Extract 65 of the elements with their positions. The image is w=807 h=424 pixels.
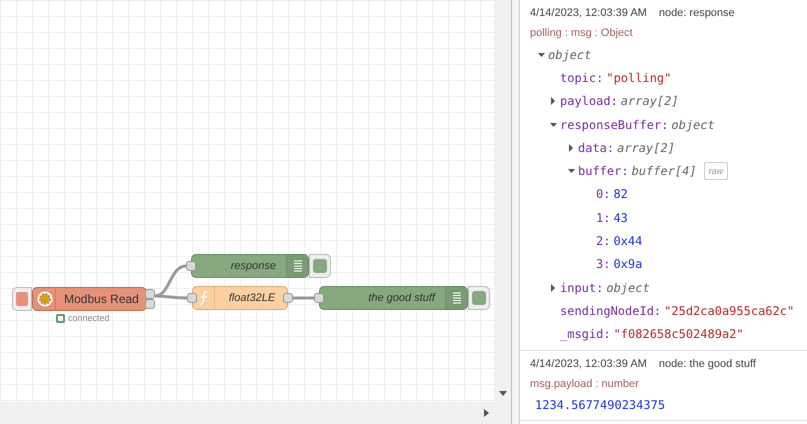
property-key: sendingNodeId: bbox=[560, 302, 662, 320]
property-key: responseBuffer: bbox=[560, 116, 668, 134]
flow-node[interactable]: Modbus Read bbox=[32, 287, 147, 311]
property-value: 0x44 bbox=[613, 233, 642, 250]
property-key: 1: bbox=[596, 208, 610, 227]
node-label: response bbox=[230, 258, 277, 274]
object-type: object bbox=[548, 46, 592, 64]
toggle-button[interactable] bbox=[309, 254, 331, 278]
property-value: 0x9a bbox=[613, 256, 642, 274]
expanded-icon[interactable] bbox=[538, 50, 545, 59]
property-key: payload: bbox=[560, 92, 618, 110]
node-port[interactable] bbox=[186, 261, 196, 271]
node-port[interactable] bbox=[314, 293, 324, 303]
property-key: topic: bbox=[560, 68, 604, 87]
message-topic: msg.payload : number bbox=[530, 376, 640, 390]
property-key: input: bbox=[560, 278, 604, 297]
property-value: "f082658c502489a2" bbox=[614, 326, 744, 344]
list-icon bbox=[452, 292, 460, 304]
message-timestamp: 4/14/2023, 12:03:39 AM bbox=[530, 356, 647, 372]
collapsed-icon[interactable] bbox=[568, 144, 575, 152]
vertical-scrollbar[interactable] bbox=[494, 0, 511, 402]
message-node[interactable]: node: response bbox=[658, 4, 735, 22]
node-label: float32LE bbox=[228, 290, 276, 306]
message-node[interactable]: node: the good stuff bbox=[658, 356, 756, 372]
function-icon bbox=[198, 290, 208, 306]
property-value: object bbox=[671, 116, 715, 134]
property-value: 82 bbox=[613, 186, 628, 204]
property-value: 43 bbox=[613, 210, 628, 227]
property-value: array[2] bbox=[617, 140, 675, 157]
expanded-icon[interactable] bbox=[550, 120, 557, 129]
property-key: _msgid: bbox=[560, 325, 611, 344]
collapsed-icon[interactable] bbox=[550, 284, 557, 292]
collapsed-icon[interactable] bbox=[550, 97, 557, 106]
property-key: data: bbox=[578, 138, 614, 157]
property-value: object bbox=[606, 280, 650, 297]
property-key: 3: bbox=[596, 255, 610, 274]
list-icon bbox=[294, 260, 302, 272]
toggle-button[interactable] bbox=[468, 286, 490, 310]
node-label: Modbus Read bbox=[63, 291, 140, 308]
message-value: 1234.5677490234375 bbox=[534, 396, 666, 414]
scroll-right-icon[interactable] bbox=[484, 409, 489, 417]
flow-node[interactable]: the good stuff bbox=[319, 286, 468, 310]
status-text: connected bbox=[68, 312, 110, 325]
horizontal-scrollbar[interactable] bbox=[0, 402, 511, 424]
node-label: the good stuff bbox=[367, 290, 437, 306]
node-port[interactable] bbox=[283, 293, 293, 303]
property-value: "polling" bbox=[606, 70, 672, 87]
flow-node[interactable]: response bbox=[191, 254, 309, 278]
node-port[interactable] bbox=[187, 293, 197, 303]
message-topic: polling : msg : Object bbox=[530, 26, 634, 39]
scroll-down-icon[interactable] bbox=[498, 391, 507, 396]
property-value: buffer[4] bbox=[632, 163, 697, 180]
wire[interactable] bbox=[154, 264, 186, 298]
gear-icon bbox=[37, 291, 53, 307]
property-value: array[2] bbox=[620, 93, 679, 110]
property-value: "25d2ca0a955ca62c" bbox=[664, 302, 794, 320]
message-timestamp: 4/14/2023, 12:03:39 AM bbox=[530, 6, 647, 21]
property-key: 0: bbox=[596, 185, 610, 204]
property-key: buffer: bbox=[578, 162, 629, 180]
inject-button[interactable] bbox=[12, 287, 32, 311]
wire[interactable] bbox=[154, 294, 188, 300]
flow-node[interactable]: float32LE bbox=[192, 286, 288, 310]
expanded-icon[interactable] bbox=[568, 167, 575, 176]
property-key: 2: bbox=[596, 232, 610, 250]
flow-canvas[interactable]: Modbus Read connected response float32LE the good stuff bbox=[0, 0, 494, 402]
